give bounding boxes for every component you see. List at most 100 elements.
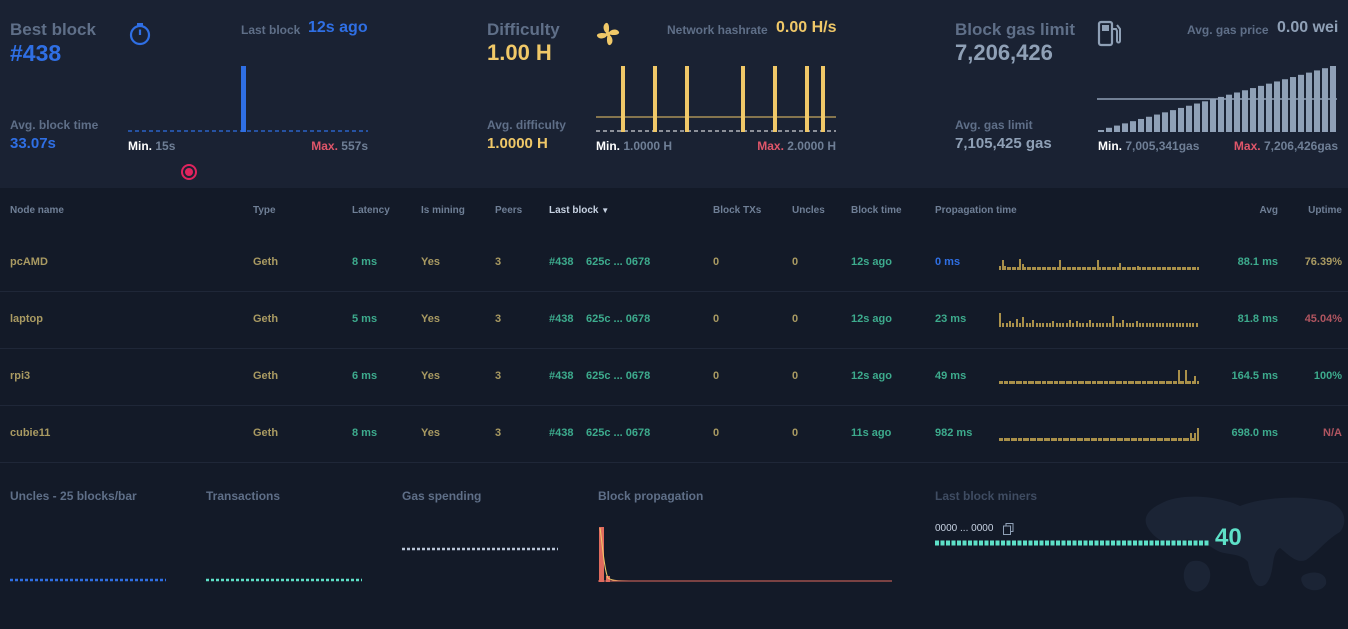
histogram-bar	[1189, 322, 1191, 327]
col-last-block[interactable]: Last block ▼	[549, 205, 609, 216]
block-gas-limit-value: 7,206,426	[955, 40, 1053, 65]
histogram-bar	[1196, 381, 1199, 384]
col-latency[interactable]: Latency	[352, 205, 390, 216]
histogram-bar	[1059, 322, 1061, 327]
histogram-bar	[1082, 322, 1085, 327]
avg-block-time-label: Avg. block time	[10, 118, 99, 132]
block-gas-limit-label: Block gas limit	[955, 20, 1075, 39]
node-peers: 3	[495, 313, 502, 325]
gas-limit-bar	[1130, 121, 1136, 132]
table-row[interactable]: laptop Geth 5 ms Yes 3 #438 625c ... 067…	[0, 291, 1348, 349]
histogram-bar	[1196, 428, 1199, 441]
histogram-bar	[1149, 322, 1151, 327]
difficulty-bar	[805, 66, 809, 132]
block-time-chart	[128, 66, 368, 132]
max-value: 557s	[341, 139, 368, 153]
node-mining: Yes	[421, 427, 440, 439]
difficulty-label: Difficulty	[487, 20, 560, 39]
node-uncles: 0	[792, 427, 799, 439]
col-type[interactable]: Type	[253, 205, 276, 216]
histogram-bar	[1105, 322, 1108, 327]
copy-icon[interactable]	[1003, 523, 1014, 535]
col-uncles[interactable]: Uncles	[792, 205, 825, 216]
node-block-time: 11s ago	[851, 427, 892, 439]
node-uncles: 0	[792, 370, 799, 382]
node-last-block: #438	[549, 256, 574, 268]
col-block-time[interactable]: Block time	[851, 205, 902, 216]
block-propagation-chart	[598, 527, 892, 582]
histogram-bar	[1005, 322, 1008, 327]
network-hashrate-label: Network hashrate	[667, 23, 768, 37]
miner-address: 0000 ... 0000	[935, 523, 994, 534]
gas-limit-bar	[1322, 68, 1328, 132]
col-block-txs[interactable]: Block TXs	[713, 205, 761, 216]
node-avg: 88.1 ms	[1237, 256, 1278, 268]
histogram-bar	[1029, 322, 1031, 327]
best-block-value: #438	[10, 40, 62, 66]
col-avg[interactable]: Avg	[1259, 205, 1278, 216]
difficulty-bar	[653, 66, 657, 132]
histogram-bar	[1025, 322, 1028, 327]
node-propagation-time: 49 ms	[935, 370, 967, 382]
node-name: laptop	[10, 313, 43, 325]
col-propagation-time[interactable]: Propagation time	[935, 205, 1017, 216]
node-block-txs: 0	[713, 427, 720, 439]
gas-min: Min. 7,005,341gas	[1098, 139, 1199, 153]
avg-gas-limit-value: 7,105,425 gas	[955, 135, 1052, 152]
avg-difficulty-value: 1.0000 H	[487, 135, 548, 152]
node-propagation-time: 982 ms	[935, 427, 973, 439]
difficulty-max: Max. 2.0000 H	[757, 139, 836, 153]
gas-limit-bar	[1258, 85, 1264, 132]
propagation-histogram	[999, 256, 1199, 270]
propagation-histogram	[999, 370, 1199, 384]
difficulty-chart	[596, 66, 836, 132]
node-name: rpi3	[10, 370, 31, 382]
gas-limit-bar	[1274, 81, 1280, 132]
min-value: 1.0000 H	[623, 139, 673, 153]
node-block-hash: 625c ... 0678	[586, 427, 651, 439]
node-block-txs: 0	[713, 370, 720, 382]
node-name: cubie11	[10, 427, 51, 439]
histogram-bar	[1182, 322, 1185, 327]
col-uptime[interactable]: Uptime	[1308, 205, 1342, 216]
gas-limit-bar	[1186, 105, 1192, 132]
table-row[interactable]: rpi3 Geth 6 ms Yes 3 #438 625c ... 0678 …	[0, 348, 1348, 406]
node-block-time: 12s ago	[851, 256, 892, 268]
col-peers[interactable]: Peers	[495, 205, 522, 216]
node-type: Geth	[253, 370, 279, 382]
histogram-bar	[1099, 322, 1101, 327]
table-row[interactable]: cubie11 Geth 8 ms Yes 3 #438 625c ... 06…	[0, 405, 1348, 463]
histogram-bar	[1132, 322, 1135, 327]
node-type: Geth	[253, 427, 279, 439]
gas-limit-bar	[1218, 96, 1224, 132]
histogram-bar	[1085, 322, 1088, 327]
max-value: 2.0000 H	[787, 139, 836, 153]
histogram-bar	[1009, 321, 1011, 327]
transactions-chart-title: Transactions	[206, 489, 281, 503]
node-mining: Yes	[421, 370, 440, 382]
avg-gas-limit-label: Avg. gas limit	[955, 118, 1033, 132]
fan-icon	[596, 22, 620, 46]
col-is-mining[interactable]: Is mining	[421, 205, 465, 216]
node-last-block: #438	[549, 427, 574, 439]
histogram-bar	[1039, 322, 1041, 327]
block-propagation-chart-title: Block propagation	[598, 489, 704, 503]
gas-limit-bar	[1282, 79, 1288, 132]
node-block-time: 12s ago	[851, 313, 892, 325]
node-peers: 3	[495, 427, 502, 439]
gas-limit-bar	[1202, 101, 1208, 132]
gas-limit-bar	[1242, 90, 1248, 132]
histogram-bar	[1075, 321, 1078, 327]
node-uptime: N/A	[1323, 427, 1342, 439]
node-latency: 5 ms	[352, 313, 378, 325]
histogram-bar	[1022, 317, 1025, 327]
block-time-max: Max. 557s	[311, 139, 368, 153]
histogram-bar	[1155, 322, 1158, 327]
col-node-name[interactable]: Node name	[10, 205, 64, 216]
uncles-chart-title: Uncles - 25 blocks/bar	[10, 489, 137, 503]
record-icon[interactable]	[180, 163, 198, 181]
gas-limit-bar	[1122, 123, 1128, 132]
table-row[interactable]: pcAMD Geth 8 ms Yes 3 #438 625c ... 0678…	[0, 234, 1348, 292]
gas-limit-bar	[1226, 94, 1232, 132]
histogram-bar	[1129, 322, 1131, 327]
